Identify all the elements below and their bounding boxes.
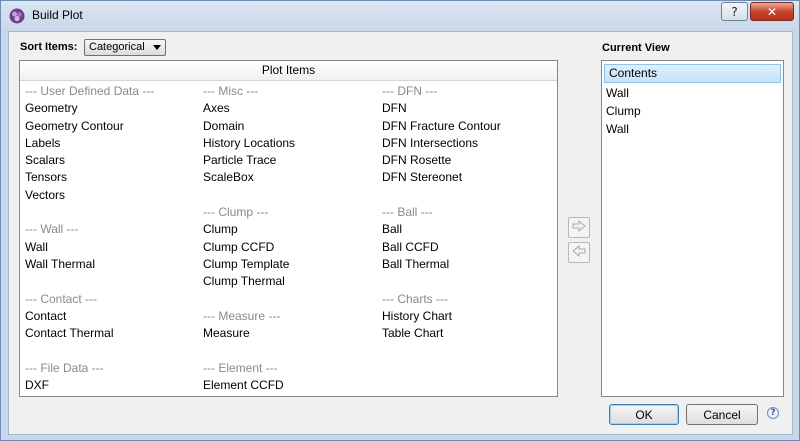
build-plot-window: Build Plot ? ✕ Sort Items: Categorical P… <box>0 0 800 441</box>
plot-item[interactable]: Clump Thermal <box>203 273 295 290</box>
plot-item[interactable]: Tensors <box>25 169 154 186</box>
plot-item[interactable]: Axes <box>203 100 295 117</box>
plot-category-heading: --- Wall --- <box>25 222 79 237</box>
plot-item[interactable]: Scalars <box>25 152 154 169</box>
plot-item[interactable]: DXF <box>25 377 154 394</box>
plot-item[interactable]: Ball Thermal <box>382 256 501 273</box>
plot-items-header: Plot Items <box>20 61 557 81</box>
plot-category-heading: --- Contact --- <box>25 291 97 306</box>
plot-category-heading: --- Clump --- <box>203 205 269 220</box>
tree-item[interactable]: Clump <box>602 102 783 120</box>
dialog-body: Sort Items: Categorical Plot Items --- U… <box>8 31 793 435</box>
plot-item[interactable]: DFN Stereonet <box>382 169 501 186</box>
plot-category-heading: --- User Defined Data --- <box>25 84 155 98</box>
plot-item[interactable]: DFN Intersections <box>382 135 501 152</box>
plot-item[interactable]: Element CCFD <box>203 377 295 394</box>
plot-item[interactable]: Particle Trace <box>203 152 295 169</box>
plot-category-heading: --- Ball --- <box>382 205 433 220</box>
tree-item-contents[interactable]: Contents <box>604 64 781 83</box>
plot-category-heading: --- Misc --- <box>203 84 259 98</box>
plot-items-column-2: --- Misc --- Axes Domain History Locations P… <box>203 83 295 394</box>
plot-item[interactable]: Wall Thermal <box>25 256 154 273</box>
current-view-tree[interactable]: Contents Wall Clump Wall <box>601 60 784 397</box>
plot-item[interactable]: Contact <box>25 308 154 325</box>
arrow-left-icon <box>572 244 586 260</box>
tree-item[interactable]: Wall <box>602 84 783 102</box>
plot-item[interactable]: Geometry <box>25 100 154 117</box>
plot-item[interactable]: Clump <box>203 221 295 238</box>
plot-item[interactable]: Wall <box>25 239 154 256</box>
arrow-right-icon <box>572 219 586 235</box>
remove-from-view-button[interactable] <box>568 242 590 263</box>
sort-items-value: Categorical <box>89 41 145 53</box>
plot-item[interactable]: History Chart <box>382 308 501 325</box>
plot-item[interactable]: History Locations <box>203 135 295 152</box>
sort-items-select[interactable]: Categorical <box>84 39 166 56</box>
plot-item[interactable]: Geometry Contour <box>25 118 154 135</box>
plot-items-column-1: --- User Defined Data --- Geometry Geometr… <box>25 83 154 394</box>
plot-item[interactable]: DFN Fracture Contour <box>382 118 501 135</box>
title-bar: Build Plot ? ✕ <box>1 1 799 30</box>
tree-item[interactable]: Wall <box>602 120 783 138</box>
add-to-view-button[interactable] <box>568 217 590 238</box>
plot-item[interactable]: Ball CCFD <box>382 239 501 256</box>
plot-item[interactable]: Vectors <box>25 187 154 204</box>
plot-category-heading: --- DFN --- <box>382 84 438 98</box>
plot-item[interactable]: Labels <box>25 135 154 152</box>
plot-item[interactable]: Measure <box>203 325 295 342</box>
ok-button[interactable]: OK <box>609 404 679 425</box>
plot-items-column-3: --- DFN --- DFN DFN Fracture Contour DFN In… <box>382 83 501 342</box>
app-logo-icon <box>8 7 26 25</box>
chevron-down-icon <box>153 45 161 50</box>
plot-item[interactable]: ScaleBox <box>203 169 295 186</box>
help-caption-button[interactable]: ? <box>721 2 748 21</box>
plot-item[interactable]: Domain <box>203 118 295 135</box>
plot-item[interactable]: DFN <box>382 100 501 117</box>
sort-items-label: Sort Items: <box>20 41 78 53</box>
plot-category-heading: --- Element --- <box>203 360 278 375</box>
plot-item[interactable]: Ball <box>382 221 501 238</box>
plot-item[interactable]: Table Chart <box>382 325 501 342</box>
plot-item[interactable]: DFN Rosette <box>382 152 501 169</box>
plot-item[interactable]: Clump CCFD <box>203 239 295 256</box>
plot-category-heading: --- Measure --- <box>203 308 281 323</box>
plot-items-list[interactable]: Plot Items --- User Defined Data --- Geom… <box>19 60 558 397</box>
window-title: Build Plot <box>32 8 83 22</box>
help-icon[interactable]: ? <box>767 407 779 419</box>
close-button[interactable]: ✕ <box>750 2 794 21</box>
current-view-label: Current View <box>602 42 670 54</box>
plot-item[interactable]: Contact Thermal <box>25 325 154 342</box>
plot-item[interactable]: Clump Template <box>203 256 295 273</box>
cancel-button[interactable]: Cancel <box>686 404 758 425</box>
plot-category-heading: --- File Data --- <box>25 360 104 375</box>
plot-category-heading: --- Charts --- <box>382 291 448 306</box>
